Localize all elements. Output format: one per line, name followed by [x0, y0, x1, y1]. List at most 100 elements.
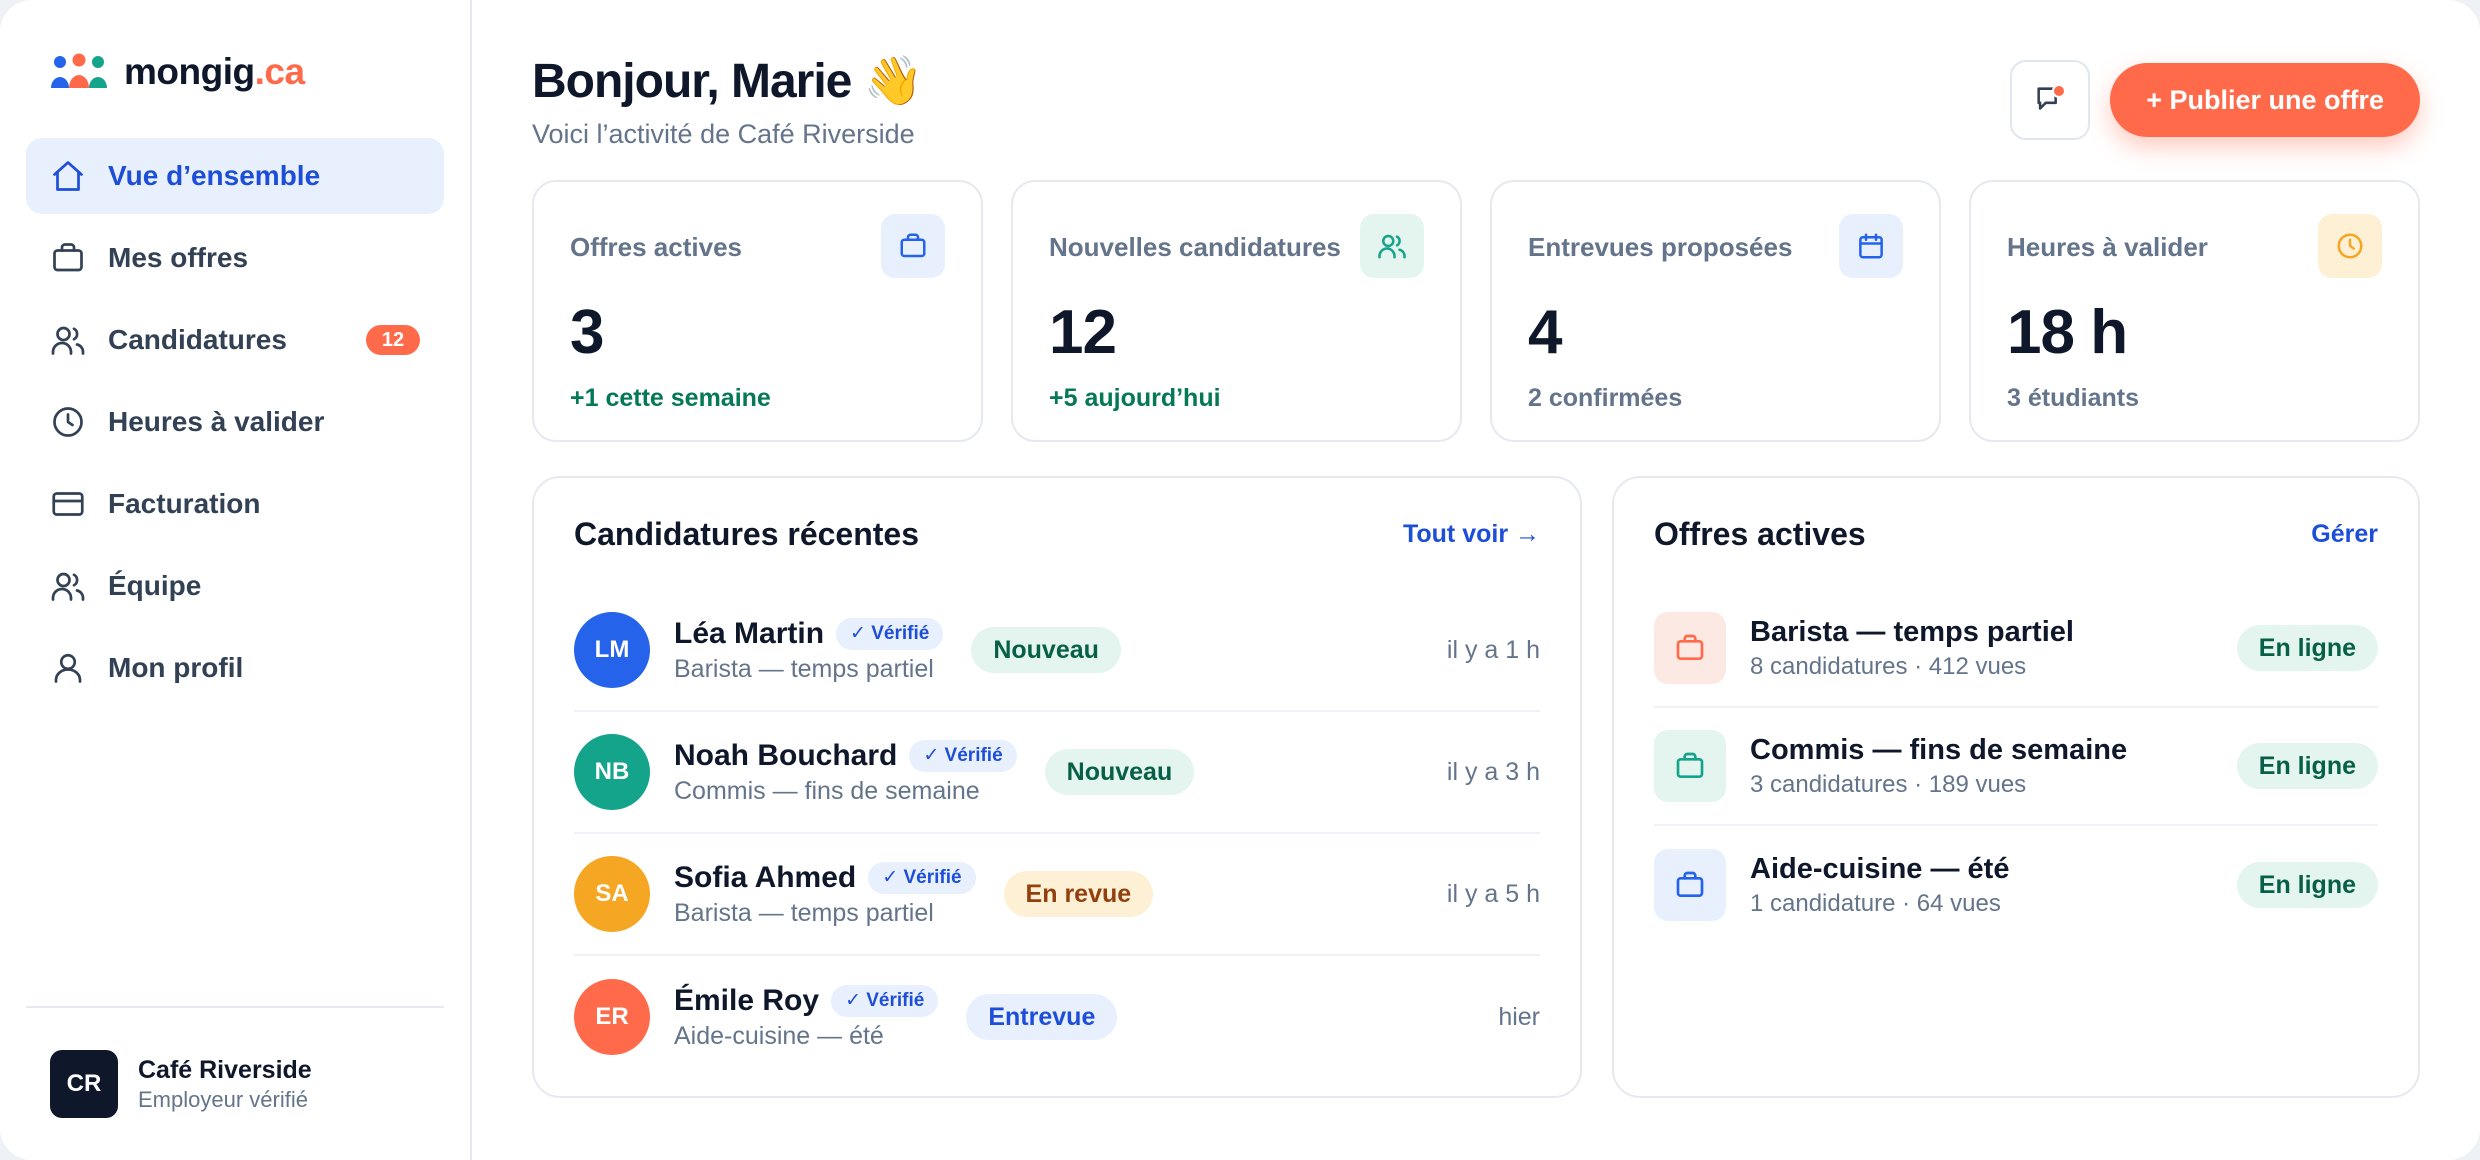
- sidebar-item-label: Mes offres: [108, 242, 249, 273]
- users-icon: [51, 326, 85, 355]
- stat-note: +5 aujourd’hui: [1049, 384, 1221, 412]
- status-badge: En ligne: [2236, 625, 2378, 671]
- applicant-job: Commis — fins de semaine: [674, 776, 980, 805]
- active-offers-panel: Offres actives Gérer Barista — temps par…: [1612, 476, 2420, 1098]
- timestamp: il y a 3 h: [1446, 757, 1540, 786]
- sidebar-item-overview[interactable]: Vue d’ensemble: [26, 138, 444, 214]
- stat-card-active-offers[interactable]: Offres actives 3 +1 cette semaine: [532, 180, 983, 442]
- avatar: CR: [50, 1050, 118, 1118]
- timestamp: il y a 1 h: [1446, 635, 1540, 664]
- sidebar-nav: Vue d’ensemble Mes offres Candidatures 1…: [26, 138, 444, 706]
- sidebar-item-billing[interactable]: Facturation: [26, 466, 444, 542]
- calendar-icon: [1839, 214, 1903, 278]
- sidebar-item-label: Mon profil: [108, 652, 244, 683]
- sidebar-item-hours[interactable]: Heures à valider: [26, 384, 444, 460]
- user-icon: [54, 653, 82, 683]
- panel-title: Candidatures récentes: [574, 515, 920, 552]
- account-name: Café Riverside: [138, 1055, 312, 1084]
- manage-link[interactable]: Gérer: [2311, 520, 2378, 549]
- list-item[interactable]: Aide-cuisine — été 1 candidature · 64 vu…: [1654, 826, 2378, 944]
- stat-note: 2 confirmées: [1528, 384, 1683, 412]
- sidebar-item-label: Équipe: [108, 570, 202, 601]
- panels-row: Candidatures récentes Tout voir → LM Léa…: [532, 476, 2420, 1098]
- status-badge: Entrevue: [966, 994, 1118, 1040]
- verified-badge: ✓ Vérifié: [909, 739, 1017, 772]
- account-switcher[interactable]: CR Café Riverside Employeur vérifié: [26, 1006, 444, 1160]
- verified-badge: ✓ Vérifié: [831, 984, 939, 1017]
- offer-meta: 1 candidature · 64 vues: [1750, 889, 2001, 917]
- sidebar-item-my-offers[interactable]: Mes offres: [26, 220, 444, 296]
- applicant-name: Émile Roy: [674, 983, 820, 1017]
- users-icon: [1360, 214, 1424, 278]
- briefcase-icon: [53, 243, 83, 272]
- applications-count-badge: 12: [366, 325, 420, 355]
- status-badge: En ligne: [2236, 862, 2378, 908]
- panel-title: Offres actives: [1654, 515, 1866, 552]
- verified-badge: ✓ Vérifié: [868, 861, 976, 894]
- briefcase-icon: [1654, 730, 1726, 802]
- list-item[interactable]: Barista — temps partiel 8 candidatures ·…: [1654, 590, 2378, 708]
- applicant-job: Barista — temps partiel: [674, 654, 934, 683]
- status-badge: En ligne: [2236, 743, 2378, 789]
- sidebar: mongig.ca Vue d’ensemble Mes offres Cand…: [0, 0, 472, 1160]
- sidebar-item-label: Heures à valider: [108, 406, 325, 437]
- stat-value: 12: [1049, 298, 1117, 367]
- stat-value: 4: [1528, 298, 1562, 367]
- clock-icon: [2318, 214, 2382, 278]
- list-item[interactable]: Commis — fins de semaine 3 candidatures …: [1654, 708, 2378, 826]
- table-row[interactable]: SA Sofia Ahmed ✓ Vérifié Barista — temps…: [574, 834, 1540, 956]
- status-badge: En revue: [1003, 871, 1154, 917]
- timestamp: il y a 5 h: [1446, 879, 1540, 908]
- sidebar-item-profile[interactable]: Mon profil: [26, 630, 444, 706]
- avatar: NB: [574, 734, 650, 810]
- avatar: SA: [574, 856, 650, 932]
- account-subtitle: Employeur vérifié: [138, 1086, 308, 1112]
- verified-badge: ✓ Vérifié: [836, 617, 944, 650]
- table-row[interactable]: NB Noah Bouchard ✓ Vérifié Commis — fins…: [574, 712, 1540, 834]
- sidebar-item-team[interactable]: Équipe: [26, 548, 444, 624]
- home-icon: [53, 161, 83, 191]
- app-window: mongig.ca Vue d’ensemble Mes offres Cand…: [0, 0, 2480, 1160]
- messages-button[interactable]: [2010, 60, 2091, 140]
- applicant-job: Barista — temps partiel: [674, 898, 934, 927]
- applicant-name: Noah Bouchard: [674, 738, 898, 772]
- status-badge: Nouveau: [1044, 749, 1195, 795]
- briefcase-icon: [881, 214, 945, 278]
- stat-note: +1 cette semaine: [570, 384, 771, 412]
- team-icon: [51, 572, 85, 601]
- offer-meta: 3 candidatures · 189 vues: [1750, 770, 2027, 798]
- applicant-job: Aide-cuisine — été: [674, 1021, 884, 1050]
- avatar: LM: [574, 612, 650, 688]
- applicant-name: Léa Martin: [674, 616, 825, 650]
- people-logo-icon: [51, 53, 107, 88]
- stat-value: 18 h: [2007, 298, 2128, 367]
- stats-row: Offres actives 3 +1 cette semaine Nouvel…: [532, 180, 2420, 442]
- stat-value: 3: [570, 298, 604, 367]
- credit-card-icon: [52, 492, 84, 516]
- stat-note: 3 étudiants: [2007, 384, 2139, 412]
- sidebar-item-label: Facturation: [108, 488, 261, 519]
- page-header: Bonjour, Marie 👋 Voici l’activité de Caf…: [532, 52, 2420, 152]
- sidebar-item-label: Vue d’ensemble: [108, 160, 321, 191]
- table-row[interactable]: ER Émile Roy ✓ Vérifié Aide-cuisine — ét…: [574, 956, 1540, 1078]
- offer-meta: 8 candidatures · 412 vues: [1750, 652, 2027, 680]
- status-badge: Nouveau: [971, 627, 1121, 673]
- applicant-name: Sofia Ahmed: [674, 860, 857, 894]
- offer-title: Aide-cuisine — été: [1750, 852, 2010, 885]
- table-row[interactable]: LM Léa Martin ✓ Vérifié Barista — temps …: [574, 590, 1540, 712]
- offer-title: Barista — temps partiel: [1750, 615, 2074, 648]
- recent-applications-panel: Candidatures récentes Tout voir → LM Léa…: [532, 476, 1582, 1098]
- briefcase-icon: [1654, 612, 1726, 684]
- publish-offer-button[interactable]: + Publier une offre: [2110, 63, 2420, 137]
- brand-name: mongig.ca: [124, 51, 305, 92]
- briefcase-icon: [1654, 849, 1726, 921]
- sidebar-item-applications[interactable]: Candidatures 12: [26, 302, 444, 378]
- timestamp: hier: [1498, 1002, 1540, 1031]
- avatar: ER: [574, 979, 650, 1055]
- brand-logo[interactable]: mongig.ca: [50, 48, 444, 96]
- stat-card-interviews[interactable]: Entrevues proposées 4 2 confirmées: [1490, 180, 1941, 442]
- see-all-link[interactable]: Tout voir →: [1403, 520, 1540, 549]
- stat-card-hours[interactable]: Heures à valider 18 h 3 étudiants: [1969, 180, 2420, 442]
- stat-card-new-applications[interactable]: Nouvelles candidatures 12 +5 aujourd’hui: [1011, 180, 1462, 442]
- sidebar-item-label: Candidatures: [108, 324, 287, 355]
